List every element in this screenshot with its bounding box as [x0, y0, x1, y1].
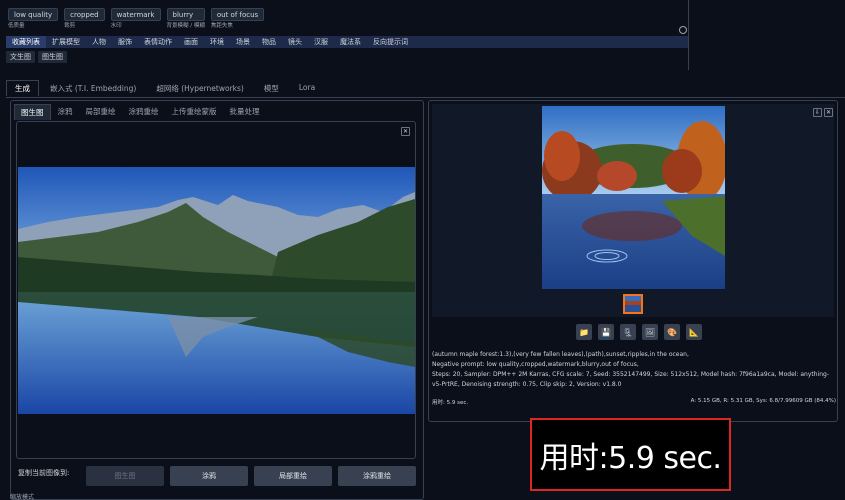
- tab-embedding[interactable]: 嵌入式 (T.I. Embedding): [41, 80, 145, 96]
- copy-to-label: 复制当前图像到:: [18, 469, 70, 477]
- tag-caption: 低质量: [8, 23, 25, 29]
- category-item[interactable]: 服饰: [112, 36, 138, 48]
- download-icon[interactable]: ⇩: [813, 108, 822, 117]
- copy-buttons: 图生图 涂鸦 局部重绘 涂鸦重绘: [86, 466, 416, 486]
- tag-cropped[interactable]: cropped: [64, 8, 105, 21]
- category-favorites[interactable]: 收藏列表: [6, 36, 46, 48]
- tag-blurry[interactable]: blurry: [166, 8, 205, 21]
- close-image-icon[interactable]: ✕: [401, 127, 410, 136]
- highlight-time-text: 用时:5.9 sec.: [539, 440, 722, 476]
- tab-sketch[interactable]: 涂鸦: [52, 104, 79, 120]
- category-item[interactable]: 表情动作: [138, 36, 178, 48]
- tag-out-of-focus[interactable]: out of focus: [210, 8, 265, 21]
- input-mountain-lake-image: [18, 167, 415, 414]
- tag-watermark[interactable]: watermark: [110, 8, 161, 21]
- category-item[interactable]: 扩展模型: [46, 36, 86, 48]
- tag-low-quality[interactable]: low quality: [8, 8, 59, 21]
- folder-icon[interactable]: 📁: [576, 324, 592, 340]
- copy-to-inpaint-sketch-button[interactable]: 涂鸦重绘: [338, 466, 416, 486]
- tab-inpaint-sketch[interactable]: 涂鸦重绘: [123, 104, 165, 120]
- category-item[interactable]: 魔法系: [334, 36, 367, 48]
- divider: [688, 0, 689, 70]
- tab-divider: [6, 97, 845, 98]
- category-item[interactable]: 环境: [204, 36, 230, 48]
- zip-icon[interactable]: 🗜: [620, 324, 636, 340]
- vram-usage: A: 5.15 GB, R: 5.31 GB, Sys: 6.8/7.99609…: [690, 398, 836, 404]
- main-tabs: 生成 嵌入式 (T.I. Embedding) 超网络 (Hypernetwor…: [6, 80, 324, 96]
- tag-caption: 水印: [110, 23, 122, 29]
- time-taken: 用时: 5.9 sec.: [432, 400, 469, 406]
- generation-info: (autumn maple forest:1.3),(very few fall…: [432, 350, 836, 390]
- negative-tag-row: low quality 低质量 cropped 裁剪 watermark 水印 …: [8, 8, 265, 29]
- category-item[interactable]: 镜头: [282, 36, 308, 48]
- tag-group: watermark 水印: [110, 8, 161, 29]
- sub-tabs: 文生图 图生图: [6, 51, 67, 63]
- info-prompt: (autumn maple forest:1.3),(very few fall…: [432, 351, 689, 358]
- timing-row: 用时: 5.9 sec. A: 5.15 GB, R: 5.31 GB, Sys…: [432, 398, 836, 406]
- resize-mode-label: 缩放模式: [10, 494, 35, 500]
- tab-lora[interactable]: Lora: [290, 80, 324, 96]
- image-icon[interactable]: 🖼: [642, 324, 658, 340]
- category-item[interactable]: 画面: [178, 36, 204, 48]
- gallery-controls: ⇩ ✕: [813, 108, 833, 117]
- tag-group: low quality 低质量: [8, 8, 59, 29]
- tab-inpaint[interactable]: 局部重绘: [80, 104, 122, 120]
- ruler-icon[interactable]: 📐: [686, 324, 702, 340]
- highlight-callout: 用时:5.9 sec.: [530, 418, 731, 491]
- category-bar: 收藏列表 扩展模型 人物 服饰 表情动作 画面 环境 场景 物品 镜头 汉服 魔…: [6, 36, 688, 48]
- category-item[interactable]: 场景: [230, 36, 256, 48]
- close-gallery-icon[interactable]: ✕: [824, 108, 833, 117]
- copy-to-img2img-button[interactable]: 图生图: [86, 466, 164, 486]
- category-item[interactable]: 物品: [256, 36, 282, 48]
- tag-group: out of focus 焦距失焦: [210, 8, 265, 29]
- category-item[interactable]: 人物: [86, 36, 112, 48]
- copy-to-sketch-button[interactable]: 涂鸦: [170, 466, 248, 486]
- tab-batch[interactable]: 批量处理: [224, 104, 266, 120]
- tab-img2img[interactable]: 图生图: [14, 104, 51, 120]
- tag-caption: 焦距失焦: [210, 23, 233, 29]
- category-item[interactable]: 汉服: [308, 36, 334, 48]
- palette-icon[interactable]: 🎨: [664, 324, 680, 340]
- collapse-toggle-icon[interactable]: [679, 26, 687, 34]
- sub-tab-txt2img[interactable]: 文生图: [6, 51, 35, 63]
- sub-tab-img2img[interactable]: 图生图: [38, 51, 67, 63]
- tab-inpaint-upload[interactable]: 上传重绘蒙版: [166, 104, 223, 120]
- tab-hypernetworks[interactable]: 超网络 (Hypernetworks): [147, 80, 253, 96]
- copy-to-inpaint-button[interactable]: 局部重绘: [254, 466, 332, 486]
- img2img-tabs: 图生图 涂鸦 局部重绘 涂鸦重绘 上传重绘蒙版 批量处理: [14, 104, 266, 120]
- save-icon[interactable]: 💾: [598, 324, 614, 340]
- tab-generate[interactable]: 生成: [6, 80, 39, 96]
- generated-autumn-image[interactable]: [542, 106, 725, 289]
- info-negative: Negative prompt: low quality,cropped,wat…: [432, 361, 639, 368]
- output-thumbnail[interactable]: [623, 294, 643, 314]
- tab-model[interactable]: 模型: [255, 80, 288, 96]
- category-item[interactable]: 反向提示词: [367, 36, 414, 48]
- tag-group: blurry 背景模糊 / 模糊: [166, 8, 205, 29]
- tag-caption: 背景模糊 / 模糊: [166, 23, 205, 29]
- info-params: Steps: 20, Sampler: DPM++ 2M Karras, CFG…: [432, 371, 830, 388]
- tag-group: cropped 裁剪: [64, 8, 105, 29]
- tag-caption: 裁剪: [64, 23, 76, 29]
- output-toolbar: 📁 💾 🗜 🖼 🎨 📐: [576, 324, 702, 340]
